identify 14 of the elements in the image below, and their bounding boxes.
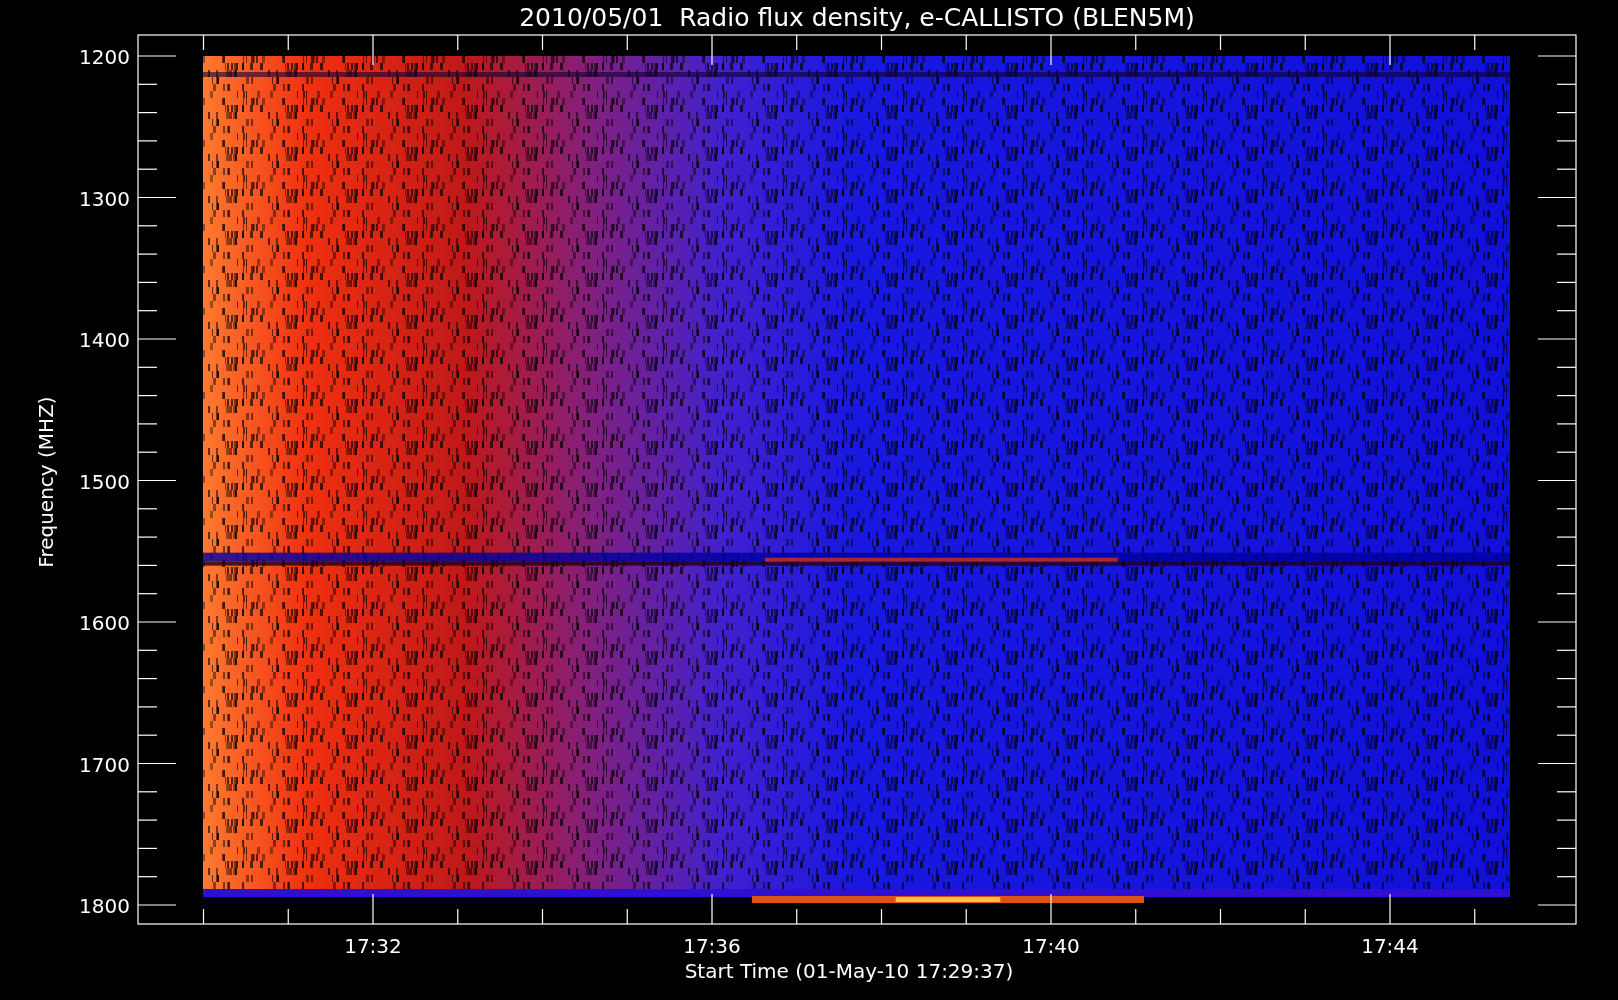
y-tick-label: 1800 — [79, 894, 130, 918]
chart-title: 2010/05/01 Radio flux density, e-CALLISTO (BLEN5M) — [519, 3, 1195, 32]
y-tick-label: 1600 — [79, 611, 130, 635]
y-axis-label: Frequency (MHZ) — [34, 396, 58, 568]
x-tick-label: 17:44 — [1361, 934, 1419, 958]
y-tick-label: 1300 — [79, 186, 130, 211]
y-tick-label: 1200 — [79, 45, 130, 69]
y-tick-label: 1500 — [79, 469, 130, 494]
y-tick-label: 1400 — [79, 328, 130, 352]
x-tick-label: 17:36 — [683, 934, 741, 958]
x-axis-label: Start Time (01-May-10 17:29:37) — [684, 959, 1014, 983]
x-tick-label: 17:32 — [344, 934, 402, 958]
x-tick-label: 17:40 — [1022, 934, 1080, 958]
y-tick-label: 1700 — [79, 752, 130, 777]
